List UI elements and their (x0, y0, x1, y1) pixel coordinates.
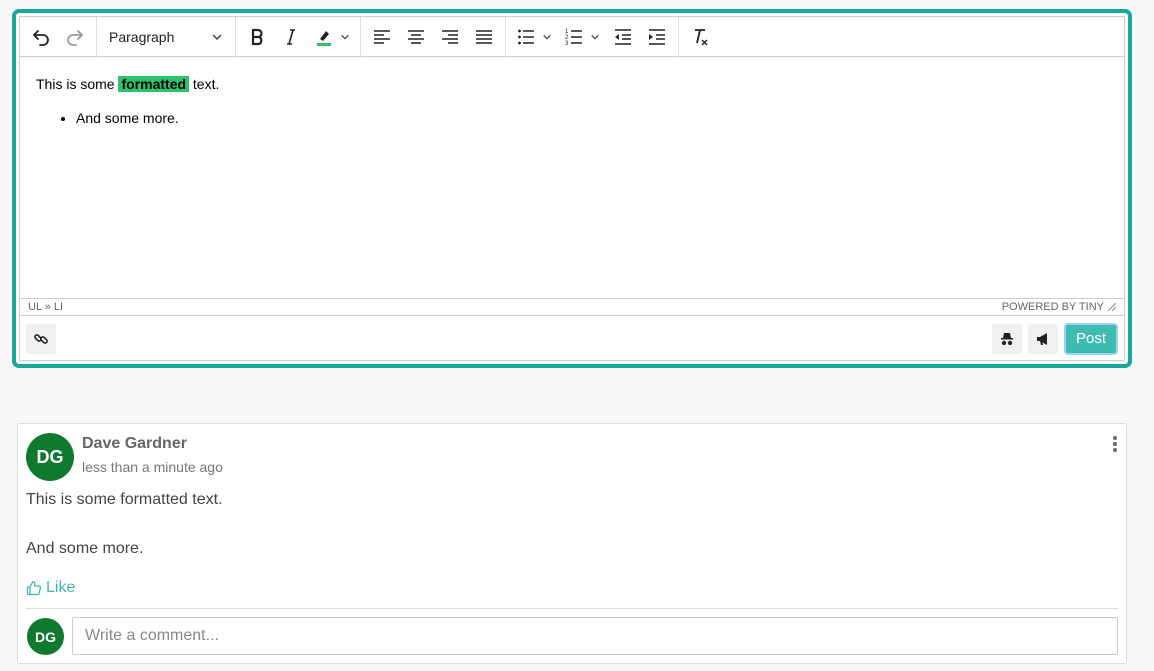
align-center-button[interactable] (399, 20, 433, 54)
content-paragraph: This is some formatted text. (36, 76, 1108, 92)
author-avatar[interactable]: DG (26, 433, 74, 481)
chevron-down-icon (341, 34, 349, 40)
post-menu-icon[interactable] (1112, 436, 1118, 452)
undo-button[interactable] (24, 20, 58, 54)
content-bullet-list: And some more. (36, 110, 1108, 126)
clear-formatting-icon (695, 28, 708, 45)
divider (26, 608, 1118, 609)
incognito-icon (1000, 332, 1013, 345)
megaphone-icon (1036, 332, 1047, 345)
chevron-down-icon (591, 34, 599, 40)
list-group: 123 (506, 16, 679, 57)
align-left-button[interactable] (365, 20, 399, 54)
element-path[interactable]: UL » LI (28, 301, 63, 313)
highlighted-text: formatted (118, 76, 190, 92)
chevron-down-icon (543, 34, 551, 40)
numbered-list-button[interactable]: 123 (558, 20, 606, 54)
highlighter-icon (317, 30, 331, 46)
author-name[interactable]: Dave Gardner (82, 435, 187, 453)
indent-button[interactable] (640, 20, 674, 54)
bullet-list-button[interactable] (510, 20, 558, 54)
bold-icon (251, 28, 263, 45)
editor-statusbar: UL » LI POWERED BY TINY (20, 298, 1124, 316)
post-timestamp: less than a minute ago (82, 459, 223, 475)
like-button[interactable]: Like (26, 579, 75, 597)
undo-icon (33, 29, 49, 46)
thumbs-up-icon (26, 580, 42, 596)
block-format-value: Paragraph (109, 28, 175, 45)
align-justify-icon (476, 29, 492, 44)
resize-handle-icon[interactable] (1108, 303, 1116, 311)
post-button[interactable]: Post (1063, 322, 1118, 355)
like-label: Like (46, 579, 76, 596)
footer-actions: Post (991, 322, 1118, 355)
statusbar-right: POWERED BY TINY (1002, 301, 1116, 313)
redo-icon (67, 29, 83, 46)
post-card: DG Dave Gardner less than a minute ago T… (17, 423, 1127, 664)
align-justify-button[interactable] (467, 20, 501, 54)
content-text: text. (189, 76, 220, 92)
editor-content-area[interactable]: This is some formatted text. And some mo… (20, 58, 1124, 298)
align-left-icon (374, 29, 390, 44)
highlight-color-button[interactable] (308, 20, 356, 54)
comment-input[interactable] (72, 617, 1118, 655)
list-item: And some more. (76, 110, 1108, 126)
post-body-line: This is some formatted text. (26, 491, 223, 508)
italic-button[interactable] (274, 20, 308, 54)
alignment-group (361, 16, 506, 57)
outdent-icon (615, 28, 631, 45)
commenter-avatar: DG (27, 618, 64, 655)
align-right-button[interactable] (433, 20, 467, 54)
align-center-icon (408, 29, 424, 44)
block-format-select[interactable]: Paragraph (101, 20, 231, 54)
anonymous-button[interactable] (991, 323, 1022, 354)
block-format-group: Paragraph (97, 16, 236, 57)
chevron-down-icon (212, 33, 222, 40)
content-text: This is some (36, 76, 119, 92)
align-right-icon (442, 29, 458, 44)
editor-toolbar: Paragraph 1 2 3 (20, 16, 1124, 57)
redo-button[interactable] (58, 20, 92, 54)
text-style-group (236, 16, 361, 57)
link-button[interactable] (26, 323, 56, 354)
post-body-line: And some more. (26, 540, 144, 557)
italic-icon (287, 28, 295, 45)
clear-format-group (679, 17, 721, 57)
numbered-list-icon: 123 (565, 29, 582, 47)
history-group (20, 16, 97, 57)
bullet-list-icon (518, 29, 534, 44)
editor-container: Paragraph 1 2 3 This is some formatted t… (12, 9, 1132, 368)
rich-text-editor: Paragraph 1 2 3 This is some formatted t… (19, 16, 1125, 361)
announce-button[interactable] (1027, 323, 1058, 354)
outdent-button[interactable] (606, 20, 640, 54)
branding-link[interactable]: POWERED BY TINY (1002, 301, 1104, 313)
svg-text:3: 3 (565, 41, 569, 47)
editor-footer: Post (20, 317, 1124, 360)
indent-icon (649, 28, 665, 45)
clear-formatting-button[interactable] (683, 20, 717, 54)
bold-button[interactable] (240, 20, 274, 54)
link-icon (34, 333, 48, 344)
